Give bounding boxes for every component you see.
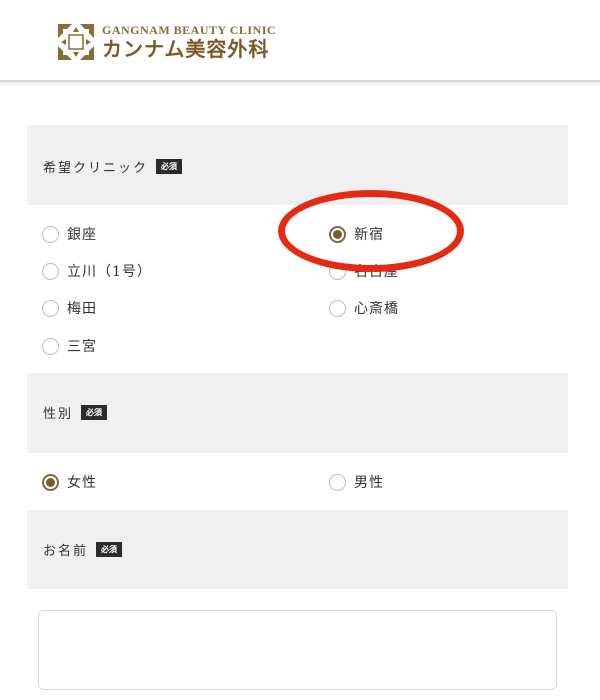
required-badge: 必須 (156, 159, 183, 174)
annotation-circle (278, 190, 464, 272)
option-label: 男性 (354, 475, 384, 491)
option-label: 三宮 (67, 339, 97, 355)
logo-text: GANGNAM BEAUTY CLINIC カンナム美容外科 (102, 23, 276, 61)
option-label: 梅田 (67, 301, 97, 317)
radio-button[interactable] (42, 337, 59, 355)
radio-button[interactable] (329, 473, 346, 491)
gender-option-male[interactable]: 男性 (329, 472, 384, 492)
name-section-header: お名前 必須 (27, 510, 568, 589)
brand-name-ja: カンナム美容外科 (102, 37, 270, 61)
name-label: お名前 必須 (43, 540, 123, 559)
option-label: 銀座 (67, 227, 97, 243)
required-badge: 必須 (96, 542, 123, 557)
brand-name-en: GANGNAM BEAUTY CLINIC (102, 23, 277, 37)
radio-button-selected[interactable] (42, 473, 59, 491)
clinic-option-umeda[interactable]: 梅田 (42, 298, 97, 318)
clinic-logo[interactable]: GANGNAM BEAUTY CLINIC カンナム美容外科 (58, 22, 276, 62)
gender-label: 性別 必須 (43, 403, 108, 422)
radio-button[interactable] (42, 299, 59, 317)
site-header: GANGNAM BEAUTY CLINIC カンナム美容外科 (0, 0, 600, 82)
clinic-label: 希望クリニック 必須 (43, 157, 183, 176)
clinic-option-tachikawa[interactable]: 立川（1号） (42, 261, 152, 281)
name-label-text: お名前 (43, 544, 89, 559)
clinic-option-shinsaibashi[interactable]: 心斎橋 (329, 298, 399, 318)
clinic-option-sannomiya[interactable]: 三宮 (42, 336, 97, 356)
clinic-section-header: 希望クリニック 必須 (27, 125, 568, 205)
option-label: 女性 (67, 475, 97, 491)
logo-emblem-icon (58, 24, 94, 60)
gender-option-female[interactable]: 女性 (42, 472, 97, 492)
clinic-option-ginza[interactable]: 銀座 (42, 224, 97, 244)
name-input[interactable] (38, 610, 557, 690)
radio-button[interactable] (42, 262, 59, 280)
option-label: 立川（1号） (67, 264, 152, 280)
radio-button[interactable] (329, 299, 346, 317)
gender-section-header: 性別 必須 (27, 373, 568, 453)
required-badge: 必須 (81, 405, 108, 420)
clinic-label-text: 希望クリニック (43, 161, 149, 176)
gender-label-text: 性別 (43, 407, 74, 422)
radio-button[interactable] (42, 225, 59, 243)
option-label: 心斎橋 (354, 301, 399, 317)
